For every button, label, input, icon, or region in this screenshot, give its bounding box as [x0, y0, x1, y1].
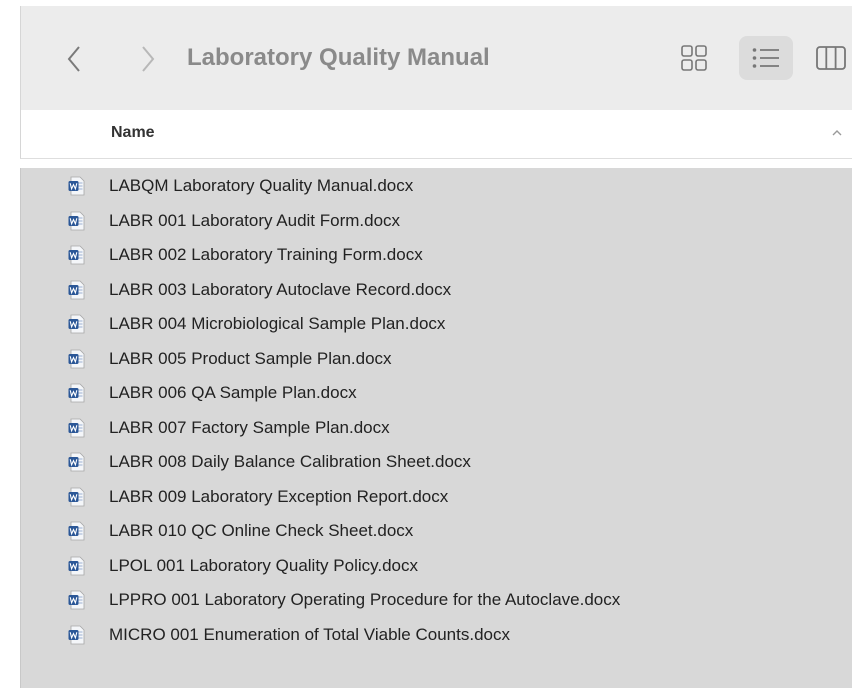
file-name: LABQM Laboratory Quality Manual.docx: [109, 176, 414, 195]
file-name: LABR 005 Product Sample Plan.docx: [109, 348, 392, 368]
column-view-button[interactable]: [811, 36, 851, 80]
file-name: LABR 004 Microbiological Sample Plan.doc…: [109, 314, 446, 333]
list-header: Name: [20, 110, 852, 159]
word-document-icon: [68, 556, 85, 575]
file-row[interactable]: LPOL 001 Laboratory Quality Policy.docx: [21, 548, 852, 583]
chevron-left-icon: [67, 46, 80, 72]
file-name: LABR 001 Laboratory Audit Form.docx: [109, 210, 401, 230]
word-document-icon: [68, 314, 85, 334]
file-name: LABR 009 Laboratory Exception Report.doc…: [109, 486, 449, 506]
word-document-icon: [68, 521, 85, 541]
finder-window: Laboratory Quality Manual Name LABQM Lab…: [0, 0, 852, 688]
word-document-icon: [68, 418, 85, 437]
file-name: LABR 007 Factory Sample Plan.docx: [109, 417, 390, 437]
sort-ascending-icon[interactable]: [830, 126, 844, 140]
grid-icon: [681, 45, 707, 71]
file-row[interactable]: LABR 007 Factory Sample Plan.docx: [21, 410, 852, 445]
icon-view-button[interactable]: [667, 36, 721, 80]
file-row[interactable]: LABR 006 QA Sample Plan.docx: [21, 375, 852, 410]
word-document-icon: [68, 211, 85, 230]
file-name: LABR 006 QA Sample Plan.docx: [109, 383, 357, 402]
folder-title: Laboratory Quality Manual: [187, 44, 490, 71]
word-document-icon: [68, 349, 85, 368]
file-row[interactable]: LABR 001 Laboratory Audit Form.docx: [21, 203, 852, 238]
file-name: LPOL 001 Laboratory Quality Policy.docx: [109, 555, 418, 575]
word-document-icon: [68, 245, 85, 265]
word-document-icon: [68, 625, 85, 644]
name-column-header[interactable]: Name: [111, 124, 155, 142]
word-document-icon: [68, 487, 85, 506]
forward-button[interactable]: [131, 42, 165, 76]
file-name: LABR 002 Laboratory Training Form.docx: [109, 245, 423, 264]
file-row[interactable]: LPPRO 001 Laboratory Operating Procedure…: [21, 582, 852, 617]
word-document-icon: [68, 280, 85, 299]
file-row[interactable]: LABQM Laboratory Quality Manual.docx: [21, 168, 852, 203]
file-row[interactable]: LABR 008 Daily Balance Calibration Sheet…: [21, 444, 852, 479]
list-icon: [752, 48, 779, 68]
file-name: MICRO 001 Enumeration of Total Viable Co…: [109, 624, 510, 644]
word-document-icon: [68, 590, 85, 610]
file-row[interactable]: LABR 005 Product Sample Plan.docx: [21, 341, 852, 376]
file-row[interactable]: MICRO 001 Enumeration of Total Viable Co…: [21, 617, 852, 652]
word-document-icon: [68, 383, 85, 403]
word-document-icon: [68, 176, 85, 196]
toolbar: Laboratory Quality Manual: [20, 6, 852, 110]
back-button[interactable]: [57, 42, 91, 76]
file-row[interactable]: LABR 002 Laboratory Training Form.docx: [21, 237, 852, 272]
file-list: LABQM Laboratory Quality Manual.docx LABR…: [20, 168, 852, 688]
list-view-button[interactable]: [739, 36, 793, 80]
file-name: LABR 008 Daily Balance Calibration Sheet…: [109, 452, 471, 471]
file-row[interactable]: LABR 010 QC Online Check Sheet.docx: [21, 513, 852, 548]
file-name: LABR 010 QC Online Check Sheet.docx: [109, 521, 414, 540]
file-name: LABR 003 Laboratory Autoclave Record.doc…: [109, 279, 452, 299]
word-document-icon: [68, 452, 85, 472]
chevron-right-icon: [142, 46, 155, 72]
columns-icon: [816, 46, 846, 70]
file-row[interactable]: LABR 004 Microbiological Sample Plan.doc…: [21, 306, 852, 341]
file-name: LPPRO 001 Laboratory Operating Procedure…: [109, 590, 621, 609]
file-row[interactable]: LABR 003 Laboratory Autoclave Record.doc…: [21, 272, 852, 307]
file-row[interactable]: LABR 009 Laboratory Exception Report.doc…: [21, 479, 852, 514]
